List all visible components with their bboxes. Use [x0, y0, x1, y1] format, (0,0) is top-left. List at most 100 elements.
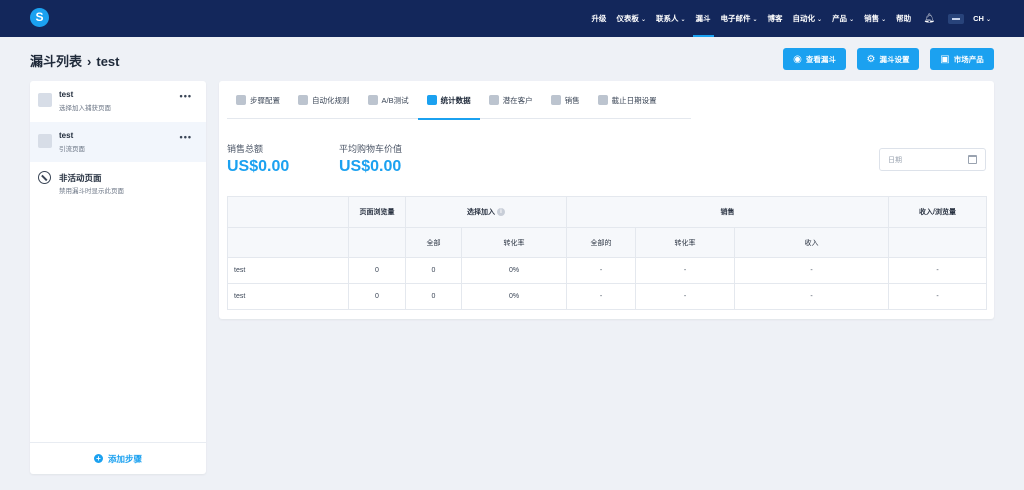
stats-icon	[426, 95, 437, 105]
chevron-down-icon: ⌄	[817, 17, 823, 23]
nav-label: 升级	[591, 14, 607, 23]
subheader-sales-rate: 转化率	[635, 227, 735, 258]
funnel-step-optin[interactable]: test 选择加入捕获页面 •••	[30, 81, 206, 121]
calendar-icon[interactable]	[968, 155, 977, 164]
chevron-down-icon: ⌄	[640, 17, 646, 23]
nav-email[interactable]: 电子邮件 ⌄	[716, 0, 763, 37]
col-revenue-per-view: 收入/浏览量	[888, 196, 987, 228]
nav-label: 仪表板	[616, 14, 639, 23]
nav-label: 联系人	[655, 14, 679, 23]
cell-page-views: 0	[348, 257, 406, 284]
automation-icon	[298, 95, 308, 105]
tab-statistics[interactable]: 统计数据	[417, 81, 480, 120]
cell-sales-rate: -	[635, 283, 735, 310]
dollar-icon	[550, 95, 561, 105]
cell-optins-all: 0	[405, 283, 462, 310]
cell-sales-all: -	[566, 283, 636, 310]
col-sales: 销售	[566, 196, 889, 228]
view-funnel-button[interactable]: ◉ 查看漏斗	[783, 48, 846, 70]
nav-help[interactable]: 帮助	[891, 0, 916, 37]
table-row: test 0 0 0% - - - -	[227, 257, 987, 284]
tab-ab-test[interactable]: A/B测试	[359, 81, 418, 119]
nav-funnels[interactable]: 漏斗	[691, 0, 716, 37]
nav-label: 漏斗	[695, 14, 711, 23]
tab-label: A/B测试	[381, 95, 409, 105]
nav-label: 产品	[832, 14, 848, 23]
app-logo[interactable]: S	[30, 8, 49, 27]
nav-sales[interactable]: 销售 ⌄	[859, 0, 891, 37]
cell-page-views: 0	[348, 283, 406, 310]
plus-icon: +	[93, 454, 103, 463]
tab-label: 步骤配置	[250, 95, 280, 105]
tab-label: 销售	[564, 95, 580, 105]
button-label: 查看漏斗	[805, 54, 836, 64]
subheader-empty	[227, 227, 349, 258]
button-label: 漏斗设置	[879, 54, 910, 64]
nav-blog[interactable]: 博客	[763, 0, 788, 37]
marketplace-button[interactable]: ▣ 市场产品	[930, 48, 994, 70]
tab-steps-config[interactable]: 步骤配置	[227, 81, 289, 119]
breadcrumb-root[interactable]: 漏斗列表	[30, 54, 82, 69]
date-filter-input[interactable]: 日期	[879, 148, 986, 171]
language-selector[interactable]: CH ⌄	[968, 0, 996, 37]
funnel-tabs: 步骤配置 自动化规则 A/B测试 统计数据 潜在客户 销售 截止日期设置	[227, 81, 691, 120]
account-avatar[interactable]	[948, 13, 965, 24]
cell-revenue: -	[734, 257, 889, 284]
date-placeholder: 日期	[888, 156, 902, 164]
subheader-empty	[888, 227, 987, 258]
avg-cart-value: US$0.00	[339, 158, 402, 175]
inactive-page-title[interactable]: 非活动页面	[59, 172, 102, 184]
stats-table: 页面浏览量 选择加入 i 销售 收入/浏览量 全部 转化率 全部的 转化率 收入 …	[227, 196, 987, 310]
cell-revenue-per-view: -	[888, 257, 987, 284]
subheader-revenue: 收入	[734, 227, 889, 258]
stats-panel: 步骤配置 自动化规则 A/B测试 统计数据 潜在客户 销售 截止日期设置 销售总…	[219, 81, 994, 319]
step-title: test	[59, 90, 74, 99]
bell-icon[interactable]: 🔔︎	[922, 13, 936, 24]
table-corner	[227, 196, 349, 228]
nav-upgrade[interactable]: 升级	[586, 0, 611, 37]
add-step-button[interactable]: + 添加步骤	[30, 442, 206, 474]
eye-icon: ◉	[793, 53, 802, 65]
nav-label: 博客	[767, 14, 783, 23]
breadcrumb-current: test	[96, 54, 120, 69]
chevron-down-icon: ⌄	[752, 17, 758, 23]
breadcrumb: 漏斗列表 › test	[30, 51, 119, 70]
cell-sales-all: -	[566, 257, 636, 284]
nav-contacts[interactable]: 联系人 ⌄	[651, 0, 691, 37]
tab-leads[interactable]: 潜在客户	[480, 81, 542, 119]
chevron-down-icon: ⌄	[680, 17, 686, 23]
language-label: CH	[973, 14, 984, 23]
cell-optins-all: 0	[405, 257, 462, 284]
more-options-icon[interactable]: •••	[180, 91, 192, 101]
clock-icon	[597, 95, 608, 105]
top-navbar: S 升级 仪表板 ⌄ 联系人 ⌄ 漏斗 电子邮件 ⌄ 博客 自动化 ⌄ 产品 ⌄ 销售 ⌄ …	[0, 0, 1024, 37]
main-nav: 升级 仪表板 ⌄ 联系人 ⌄ 漏斗 电子邮件 ⌄ 博客 自动化 ⌄ 产品 ⌄ 销售 ⌄ 帮助…	[586, 0, 996, 37]
nav-dashboard[interactable]: 仪表板 ⌄	[611, 0, 651, 37]
nav-products[interactable]: 产品 ⌄	[827, 0, 859, 37]
total-sales-label: 销售总额	[227, 144, 264, 154]
nav-label: 自动化	[792, 14, 816, 23]
tab-automation-rules[interactable]: 自动化规则	[289, 81, 359, 119]
table-row: test 0 0 0% - - - -	[227, 283, 987, 310]
nav-automation[interactable]: 自动化 ⌄	[788, 0, 828, 37]
more-options-icon[interactable]: •••	[180, 132, 192, 142]
tab-sales[interactable]: 销售	[542, 81, 589, 119]
add-step-label: 添加步骤	[107, 453, 142, 464]
info-icon[interactable]: i	[497, 208, 505, 217]
step-subtitle: 引流页面	[59, 146, 85, 153]
funnel-steps-sidebar: test 选择加入捕获页面 ••• test 引流页面 ••• 非活动页面 禁用…	[30, 81, 206, 474]
optin-page-icon	[38, 93, 52, 107]
tab-deadline-settings[interactable]: 截止日期设置	[589, 81, 666, 119]
chevron-down-icon: ⌄	[881, 17, 887, 23]
step-subtitle: 选择加入捕获页面	[59, 105, 111, 112]
inactive-page-subtitle: 禁用漏斗时显示此页面	[59, 188, 124, 195]
subheader-sales-all: 全部的	[566, 227, 636, 258]
nav-label: 电子邮件	[720, 14, 751, 23]
cell-optins-rate: 0%	[461, 283, 567, 310]
tab-label: 统计数据	[440, 95, 471, 105]
cell-step-name: test	[227, 257, 349, 284]
funnel-settings-button[interactable]: ⚙ 漏斗设置	[857, 48, 919, 70]
funnel-step-leadpage[interactable]: test 引流页面 •••	[30, 122, 206, 162]
chevron-down-icon: ⌄	[985, 17, 991, 23]
total-sales-value: US$0.00	[227, 158, 290, 175]
